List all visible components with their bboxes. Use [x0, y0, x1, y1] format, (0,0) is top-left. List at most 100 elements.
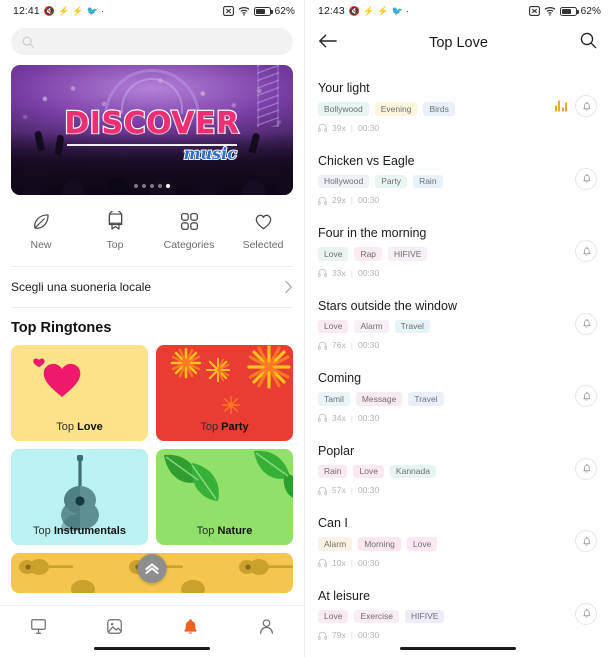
track-tag[interactable]: Birds — [423, 102, 455, 116]
person-icon — [259, 619, 273, 634]
no-sim-icon — [528, 6, 540, 16]
set-ringtone-button[interactable] — [575, 95, 597, 118]
set-ringtone-button[interactable] — [575, 312, 597, 335]
quicknav-item-selected[interactable]: Selected — [226, 211, 300, 251]
status-notification-icons: 🔇 ⚡ ⚡ 🐦 · — [44, 5, 104, 16]
bottom-nav-wallpaper[interactable] — [0, 617, 76, 646]
scroll-to-top-button[interactable] — [137, 554, 167, 583]
banner-dot[interactable] — [142, 184, 146, 188]
track-tag[interactable]: Alarm — [318, 537, 353, 551]
track-tag[interactable]: Rain — [318, 464, 348, 478]
bottom-nav-profile[interactable] — [228, 617, 304, 646]
ringtone-card-top-nature[interactable]: Top Nature — [156, 449, 293, 545]
track-tag[interactable]: Tamil — [318, 392, 350, 406]
track-row[interactable]: Coming Tamil Message Travel 34x | 00:30 — [305, 360, 610, 433]
headphone-icon — [318, 341, 327, 350]
banner-dot[interactable] — [134, 184, 138, 188]
set-ringtone-button[interactable] — [575, 602, 597, 625]
track-tag[interactable]: HIFIVE — [388, 247, 428, 261]
bell-icon — [582, 319, 590, 328]
set-ringtone-button[interactable] — [575, 530, 597, 553]
ringtone-card-top-party[interactable]: Top Party — [156, 345, 293, 441]
bottom-nav-images[interactable] — [76, 617, 152, 646]
set-ringtone-button[interactable] — [575, 240, 597, 263]
headphone-icon — [318, 631, 327, 640]
track-tag[interactable]: Love — [318, 247, 349, 261]
track-row[interactable]: Poplar Rain Love Kannada 57x | 00:30 — [305, 433, 610, 506]
track-tag[interactable]: Alarm — [354, 319, 389, 333]
back-button[interactable] — [318, 33, 337, 54]
track-tag[interactable]: Rain — [413, 174, 443, 188]
track-tag[interactable]: Love — [318, 609, 349, 623]
search-input[interactable] — [41, 35, 282, 48]
track-tag[interactable]: HIFIVE — [405, 609, 445, 623]
track-duration: 00:30 — [357, 630, 380, 640]
quicknav-item-new[interactable]: New — [4, 211, 78, 251]
phone-screen-discover: 12:41 🔇 ⚡ ⚡ 🐦 · 62% DISCOVER music New T… — [0, 0, 305, 657]
search-icon — [580, 32, 597, 49]
banner-dot[interactable] — [150, 184, 154, 188]
track-row[interactable]: At leisure Love Exercise HIFIVE 79x | 00… — [305, 578, 610, 651]
track-tag[interactable]: Travel — [408, 392, 444, 406]
track-tag[interactable]: Evening — [374, 102, 418, 116]
bell-icon — [582, 464, 590, 473]
track-duration: 00:30 — [357, 412, 380, 423]
arrow-left-icon — [319, 34, 337, 47]
card-caption: Top Instrumentals — [11, 525, 148, 537]
card-prefix: Top — [196, 525, 215, 537]
quicknav-item-top[interactable]: Top — [78, 211, 152, 251]
battery-icon — [253, 6, 273, 16]
set-ringtone-button[interactable] — [575, 457, 597, 480]
track-meta: 29x | 00:30 — [318, 195, 597, 205]
no-sim-icon — [222, 6, 234, 16]
set-ringtone-button[interactable] — [575, 385, 597, 408]
track-row[interactable]: Stars outside the window Love Alarm Trav… — [305, 288, 610, 361]
track-tag[interactable]: Love — [406, 537, 438, 551]
quicknav-item-categories[interactable]: Categories — [152, 211, 226, 251]
bell-icon — [582, 174, 590, 183]
track-tag[interactable]: Bollywood — [318, 102, 369, 116]
search-button[interactable] — [580, 32, 597, 54]
track-tags: Alarm Morning Love — [318, 537, 597, 551]
banner-dots[interactable] — [11, 184, 293, 188]
track-tag[interactable]: Morning — [358, 537, 401, 551]
track-tags: Love Alarm Travel — [318, 319, 597, 333]
meta-separator: | — [350, 122, 353, 133]
battery-percent: 62% — [580, 5, 601, 17]
divider — [11, 307, 293, 308]
banner-dot[interactable] — [158, 184, 162, 188]
set-ringtone-button[interactable] — [575, 167, 597, 190]
sync-icon: ⚡ — [58, 5, 70, 16]
card-prefix: Top — [33, 525, 51, 537]
status-notification-icons: 🔇 ⚡ ⚡ 🐦 · — [349, 5, 409, 16]
ringtone-card-top-instrumentals[interactable]: Top Instrumentals — [11, 449, 148, 545]
track-row[interactable]: Four in the morning Love Rap HIFIVE 33x … — [305, 215, 610, 288]
sync-icon: ⚡ — [72, 5, 84, 16]
track-plays: 39x — [332, 122, 346, 133]
meta-separator: | — [350, 412, 353, 423]
track-plays: 34x — [332, 412, 346, 423]
track-tag[interactable]: Travel — [394, 319, 430, 333]
track-tag[interactable]: Rap — [354, 247, 383, 261]
quicknav-label: Selected — [242, 239, 284, 251]
twitter-icon: 🐦 — [391, 5, 404, 16]
discover-banner[interactable]: DISCOVER music — [11, 65, 293, 195]
leaf-icon — [164, 450, 293, 501]
track-tag[interactable]: Message — [355, 392, 403, 406]
track-row[interactable]: Chicken vs Eagle Hollywood Party Rain 29… — [305, 143, 610, 216]
track-tag[interactable]: Love — [353, 464, 384, 478]
search-bar[interactable] — [11, 28, 293, 55]
quicknav-label: Top — [106, 239, 124, 251]
ringtone-card-top-love[interactable]: Top Love — [11, 345, 148, 441]
track-row[interactable]: Can I Alarm Morning Love 10x | 00:30 — [305, 505, 610, 578]
banner-dot-active[interactable] — [166, 184, 170, 188]
track-tag[interactable]: Kannada — [389, 464, 436, 478]
track-tag[interactable]: Love — [318, 319, 349, 333]
track-tag[interactable]: Hollywood — [318, 174, 370, 188]
local-ringtone-row[interactable]: Scegli una suoneria locale — [11, 267, 293, 307]
track-tag[interactable]: Exercise — [354, 609, 400, 623]
headphone-icon — [318, 486, 327, 495]
track-row[interactable]: Your light Bollywood Evening Birds 39x |… — [305, 70, 610, 143]
track-tag[interactable]: Party — [375, 174, 408, 188]
bottom-nav-ringtones[interactable] — [152, 617, 228, 646]
